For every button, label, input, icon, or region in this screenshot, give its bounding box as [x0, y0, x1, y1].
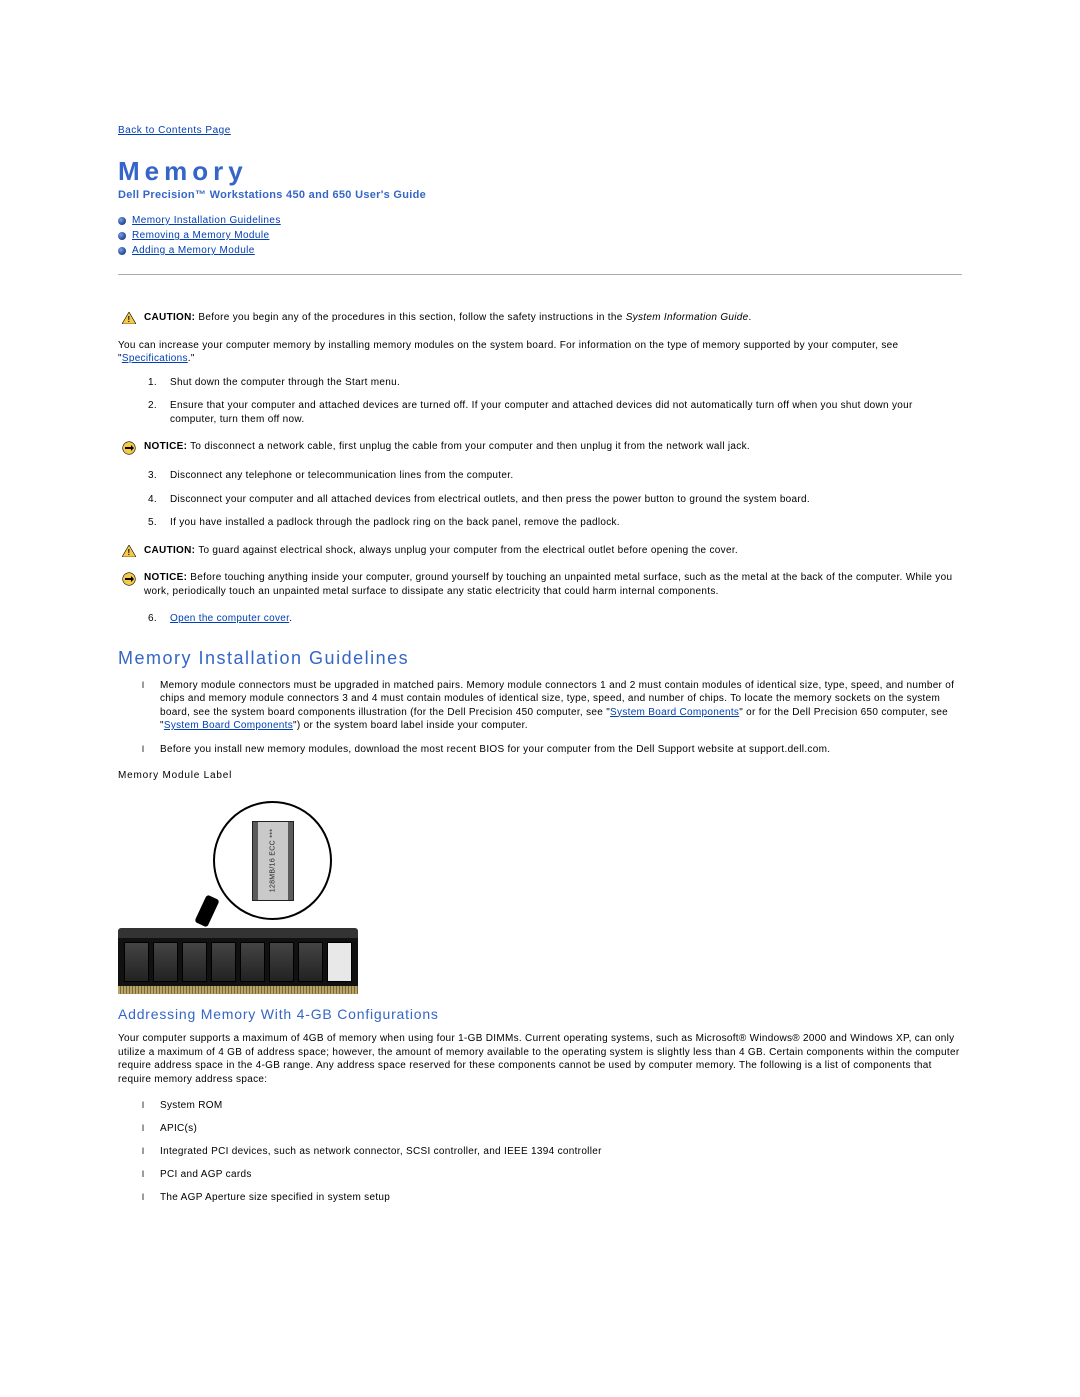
dimm-module — [118, 928, 358, 986]
step-item: If you have installed a padlock through … — [160, 516, 962, 530]
toc-link-guidelines[interactable]: Memory Installation Guidelines — [132, 215, 281, 226]
divider — [118, 274, 962, 275]
list-item: Integrated PCI devices, such as network … — [160, 1146, 962, 1157]
bullet-icon — [118, 247, 126, 255]
list-item: System ROM — [160, 1100, 962, 1111]
open-cover-link[interactable]: Open the computer cover — [170, 613, 289, 624]
step-item: Ensure that your computer and attached d… — [160, 399, 962, 426]
caution-callout: ! CAUTION: Before you begin any of the p… — [118, 311, 962, 325]
caution-icon: ! — [122, 544, 136, 558]
page-title: Memory — [118, 156, 962, 187]
toc: Memory Installation Guidelines Removing … — [118, 215, 962, 256]
chip-label-text: 128MB/16 ECC *** — [269, 829, 276, 893]
document-page: Back to Contents Page Memory Dell Precis… — [0, 0, 1080, 1257]
memory-module-label-heading: Memory Module Label — [118, 770, 962, 781]
caution-text: CAUTION: To guard against electrical sho… — [144, 544, 962, 558]
list-item: Before you install new memory modules, d… — [160, 743, 962, 757]
page-subtitle: Dell Precision™ Workstations 450 and 650… — [118, 189, 962, 201]
toc-row: Memory Installation Guidelines — [118, 215, 962, 226]
intro-paragraph: You can increase your computer memory by… — [118, 339, 962, 366]
caution-callout: ! CAUTION: To guard against electrical s… — [118, 544, 962, 558]
specifications-link[interactable]: Specifications — [122, 353, 188, 364]
steps-part-b: Disconnect any telephone or telecommunic… — [118, 469, 962, 530]
chip-closeup: 128MB/16 ECC *** — [252, 821, 294, 901]
list-item: The AGP Aperture size specified in syste… — [160, 1192, 962, 1203]
section2-paragraph: Your computer supports a maximum of 4GB … — [118, 1032, 962, 1086]
step-item: Disconnect your computer and all attache… — [160, 493, 962, 507]
toc-row: Adding a Memory Module — [118, 245, 962, 256]
sysboard-link-650[interactable]: System Board Components — [164, 720, 293, 731]
bullet-icon — [118, 232, 126, 240]
sysboard-link-450[interactable]: System Board Components — [610, 707, 739, 718]
components-list: System ROM APIC(s) Integrated PCI device… — [118, 1100, 962, 1203]
list-item: Memory module connectors must be upgrade… — [160, 679, 962, 733]
bullet-icon — [118, 217, 126, 225]
svg-text:!: ! — [128, 548, 131, 557]
svg-text:!: ! — [128, 315, 131, 324]
magnifier-icon: 128MB/16 ECC *** — [213, 801, 332, 920]
guidelines-list: Memory module connectors must be upgrade… — [118, 679, 962, 757]
notice-text: NOTICE: To disconnect a network cable, f… — [144, 440, 962, 455]
notice-text: NOTICE: Before touching anything inside … — [144, 571, 962, 598]
notice-icon — [122, 440, 136, 455]
back-to-contents-link[interactable]: Back to Contents Page — [118, 125, 231, 136]
steps-part-a: Shut down the computer through the Start… — [118, 376, 962, 427]
notice-callout: NOTICE: To disconnect a network cable, f… — [118, 440, 962, 455]
step-item: Shut down the computer through the Start… — [160, 376, 962, 390]
caution-icon: ! — [122, 311, 136, 325]
toc-row: Removing a Memory Module — [118, 230, 962, 241]
toc-link-removing[interactable]: Removing a Memory Module — [132, 230, 269, 241]
section-heading-4gb: Addressing Memory With 4-GB Configuratio… — [118, 1006, 962, 1022]
step-item: Open the computer cover. — [160, 612, 962, 626]
memory-module-figure: 128MB/16 ECC *** — [118, 801, 358, 986]
list-item: PCI and AGP cards — [160, 1169, 962, 1180]
caution-text: CAUTION: Before you begin any of the pro… — [144, 311, 962, 325]
step-item: Disconnect any telephone or telecommunic… — [160, 469, 962, 483]
notice-icon — [122, 571, 136, 598]
list-item: APIC(s) — [160, 1123, 962, 1134]
magnifier-handle — [194, 894, 219, 927]
section-heading-guidelines: Memory Installation Guidelines — [118, 648, 962, 669]
notice-callout: NOTICE: Before touching anything inside … — [118, 571, 962, 598]
steps-part-c: Open the computer cover. — [118, 612, 962, 626]
toc-link-adding[interactable]: Adding a Memory Module — [132, 245, 255, 256]
